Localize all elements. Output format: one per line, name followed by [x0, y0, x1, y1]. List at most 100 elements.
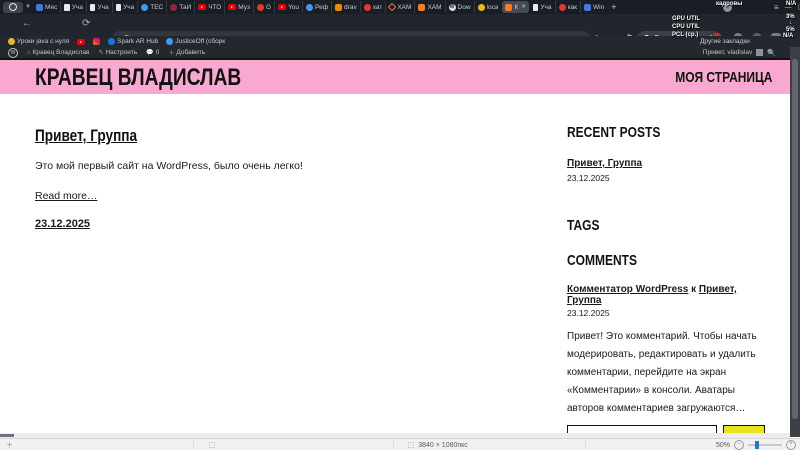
- horizontal-scrollbar-thumb[interactable]: [0, 434, 14, 437]
- avatar: [756, 49, 763, 56]
- image-resolution: 3840 × 1080пкс: [418, 442, 468, 449]
- browser-tab[interactable]: You: [274, 1, 302, 13]
- admin-bar-site[interactable]: ⌂ Кравец Владислав: [27, 49, 89, 56]
- admin-bar-comments[interactable]: 💬 0: [146, 49, 159, 56]
- screen: ▼ МесУчаУчаУчаТЕСТаЙЧТОМузGYouРефdravхат…: [0, 0, 800, 450]
- orange-square-favicon-icon: [418, 4, 425, 11]
- reload-button[interactable]: ⟳: [82, 18, 90, 29]
- browser-tab[interactable]: Уча: [112, 1, 138, 13]
- nav-item-my-page[interactable]: МОЯ СТРАНИЦА: [675, 69, 772, 86]
- tab-label: Уча: [123, 4, 134, 11]
- wp-admin-bar: W ⌂ Кравец Владислав ✎ Настроить 💬 0 ＋ Д…: [0, 47, 800, 58]
- blue-circle-favicon-icon: [141, 4, 148, 11]
- browser-tab[interactable]: ЧТО: [194, 1, 224, 13]
- red-circle-favicon-icon: [559, 4, 566, 11]
- browser-tab[interactable]: Мес: [33, 1, 60, 13]
- browser-tab[interactable]: К✕: [502, 1, 528, 13]
- post-date-link[interactable]: 23.12.2025: [35, 218, 505, 230]
- wordpress-favicon-icon: W: [449, 4, 456, 11]
- admin-bar-add-new[interactable]: ＋ Добавить: [168, 48, 205, 57]
- browser-tab[interactable]: как: [555, 1, 580, 13]
- vertical-scrollbar[interactable]: [790, 47, 800, 437]
- comment-bubble-icon: 💬: [146, 49, 153, 56]
- browser-tab[interactable]: G: [253, 1, 274, 13]
- blue-circle-favicon-icon: [306, 4, 313, 11]
- blue-square-favicon-icon: [36, 4, 43, 11]
- zoom-slider[interactable]: [748, 444, 782, 446]
- comment-excerpt: Привет! Это комментарий. Чтобы начать мо…: [567, 328, 761, 418]
- tab-label: Win: [593, 4, 604, 11]
- doc-favicon-icon: [533, 4, 539, 11]
- webpage: КРАВЕЦ ВЛАДИСЛАВ МОЯ СТРАНИЦА Привет, Гр…: [0, 58, 790, 433]
- bookmark-label: Уроки java с нуля: [17, 38, 69, 45]
- zoom-out-button[interactable]: −: [734, 440, 744, 450]
- browser-tab[interactable]: Win: [580, 1, 607, 13]
- bookmark-item[interactable]: Уроки java с нуля: [8, 38, 69, 45]
- wordpress-logo-icon[interactable]: W: [8, 48, 18, 58]
- tab-list-chevron-icon[interactable]: ▼: [25, 4, 31, 10]
- browser-tab[interactable]: Реф: [302, 1, 331, 13]
- tab-label: G: [266, 4, 271, 11]
- zoom-slider-thumb[interactable]: [755, 441, 759, 449]
- browser-tab[interactable]: drav: [331, 1, 360, 13]
- admin-bar-customize[interactable]: ✎ Настроить: [98, 49, 137, 56]
- comment-date: 23.12.2025: [567, 308, 761, 318]
- site-header: КРАВЕЦ ВЛАДИСЛАВ МОЯ СТРАНИЦА: [0, 58, 790, 94]
- bookmark-item[interactable]: JusticeOff (сборк: [166, 38, 225, 45]
- browser-tab[interactable]: Уча: [60, 1, 86, 13]
- youtube-favicon-icon: [198, 4, 206, 10]
- comment-author-link[interactable]: Комментатор WordPress: [567, 284, 688, 295]
- search-icon[interactable]: 🔍: [767, 49, 776, 57]
- post-excerpt: Это мой первый сайт на WordPress, было о…: [35, 160, 505, 172]
- tab-label: Dow: [458, 4, 471, 11]
- post-title-link[interactable]: Привет, Группа: [35, 126, 137, 146]
- tab-label: хат: [373, 4, 383, 11]
- yellow-circle-favicon-icon: [8, 38, 15, 45]
- tab-label: Мес: [45, 4, 57, 11]
- browser-tab[interactable]: Муз: [224, 1, 253, 13]
- admin-bar-greeting[interactable]: Привет, vladislav: [703, 49, 753, 56]
- doc-favicon-icon: [90, 4, 96, 11]
- plus-tool-icon[interactable]: ＋: [6, 440, 13, 450]
- sidebar: RECENT POSTS Привет, Группа 23.12.2025 T…: [567, 124, 761, 418]
- browser-tab[interactable]: ТаЙ: [166, 1, 194, 13]
- browser-tab[interactable]: Уча: [530, 1, 555, 13]
- tab-label: You: [288, 4, 299, 11]
- browser-tab[interactable]: WDow: [445, 1, 474, 13]
- pencil-icon: ✎: [98, 49, 103, 56]
- osd-fps-label: кадровы: [716, 1, 742, 7]
- tab-label: ТаЙ: [179, 4, 191, 11]
- tags-heading: TAGS: [567, 217, 722, 234]
- vertical-scrollbar-thumb[interactable]: [792, 59, 798, 419]
- bookmark-item[interactable]: [77, 39, 85, 45]
- browser-tab[interactable]: хат: [360, 1, 386, 13]
- tab-close-icon[interactable]: ✕: [521, 4, 526, 10]
- image-icon: ⬚: [408, 441, 415, 449]
- menu-icon[interactable]: ≡: [774, 3, 779, 12]
- osd-arrow: ↓: [789, 20, 792, 26]
- zoom-controls: 50% − +: [716, 440, 796, 450]
- site-title[interactable]: КРАВЕЦ ВЛАДИСЛАВ: [35, 64, 241, 92]
- bookmark-item[interactable]: Spark AR Hub: [108, 38, 158, 45]
- yellow-circle-favicon-icon: [478, 4, 485, 11]
- browser-tab[interactable]: ТЕС: [137, 1, 166, 13]
- new-tab-button[interactable]: +: [611, 2, 616, 12]
- doc-favicon-icon: [116, 4, 122, 11]
- bookmark-item[interactable]: [93, 38, 100, 45]
- blue-circle-favicon-icon: [166, 38, 173, 45]
- plus-icon: ＋: [168, 48, 174, 57]
- selection-tool-icon[interactable]: ⬚: [209, 441, 216, 449]
- browser-logo-button[interactable]: [3, 2, 23, 13]
- back-button[interactable]: ←: [22, 18, 32, 29]
- osd-pcl-label: PCL (ср.): [672, 32, 698, 38]
- browser-tab[interactable]: ХАМ: [385, 1, 414, 13]
- browser-tab[interactable]: Уча: [86, 1, 112, 13]
- browser-tab[interactable]: loca: [474, 1, 502, 13]
- other-bookmarks-button[interactable]: Другие закладки: [700, 38, 750, 45]
- zoom-in-button[interactable]: +: [786, 440, 796, 450]
- recent-post-link[interactable]: Привет, Группа: [567, 158, 642, 169]
- divider: [193, 440, 194, 448]
- browser-tab[interactable]: ХАМ: [414, 1, 444, 13]
- read-more-link[interactable]: Read more…: [35, 190, 505, 202]
- osd-cpu-label: CPU UTIL: [672, 24, 700, 30]
